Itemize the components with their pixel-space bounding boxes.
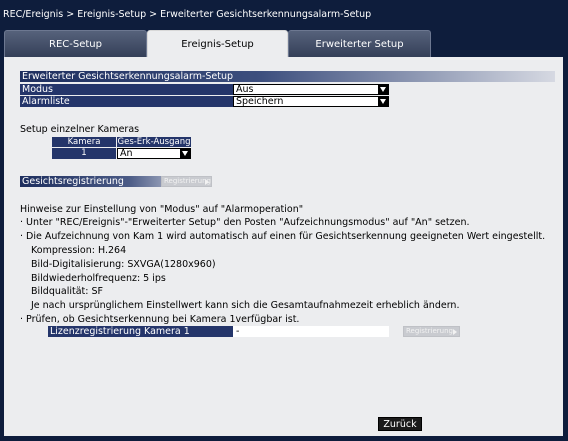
tab-erweiterter-setup[interactable]: Erweiterter Setup [288,30,431,57]
license-registration-button-label: Registrierung [406,327,453,335]
alarmlist-select-value: Speichern [236,96,284,107]
mode-select[interactable]: Aus [233,84,389,95]
hint-line-3: · Prüfen, ob Gesichtserkennung bei Kamer… [20,314,300,325]
hint-detail-framerate: Bildwiederholfrequenz: 5 ips [31,273,166,284]
cameras-title: Setup einzelner Kameras [20,124,140,135]
license-value: - [233,326,389,337]
license-registration-button[interactable]: Registrierung [403,326,460,337]
breadcrumb: REC/Ereignis > Ereignis-Setup > Erweiter… [3,9,372,20]
camera-number: 1 [52,148,116,159]
chevron-down-icon [180,149,190,158]
col-camera-header: Kamera [52,137,116,147]
col-output-header: Ges-Erk-Ausgang [117,137,191,147]
chevron-down-icon [378,85,388,94]
face-output-value: An [120,148,133,159]
hint-detail-compression: Kompression: H.264 [31,245,127,256]
tab-rec-setup[interactable]: REC-Setup [4,30,147,57]
hint-line-2: · Die Aufzeichnung von Kam 1 wird automa… [20,231,546,242]
hint-line-1: · Unter "REC/Ereignis"-"Erweiterter Setu… [20,217,470,228]
chevron-down-icon [378,97,388,106]
alarmlist-select[interactable]: Speichern [233,96,389,107]
app-window: REC/Ereignis > Ereignis-Setup > Erweiter… [0,0,568,441]
face-output-select[interactable]: An [117,148,191,159]
hint-detail-resolution: Bild-Digitalisierung: SXVGA(1280x960) [31,259,216,270]
mode-select-value: Aus [236,84,254,95]
arrow-right-icon [453,329,457,335]
arrow-right-icon [205,179,209,185]
face-registration-button[interactable]: Registrierung [161,176,212,187]
back-button[interactable]: Zurück [378,417,422,431]
tab-ereignis-setup[interactable]: Ereignis-Setup [147,30,288,58]
face-registration-button-label: Registrierung [164,177,211,185]
license-label: Lizenzregistrierung Kamera 1 [48,326,233,337]
hints-heading: Hinweise zur Einstellung von "Modus" auf… [20,204,304,215]
face-registration-label: Gesichtsregistrierung [20,176,176,187]
alarmlist-label: Alarmliste [20,96,233,107]
hint-detail-quality: Bildqualität: SF [31,286,103,297]
hint-detail-recording-time: Je nach ursprünglichem Einstellwert kann… [31,300,460,311]
mode-label: Modus [20,84,233,95]
section-header: Erweiterter Gesichtserkennungsalarm-Setu… [20,71,555,82]
settings-panel: Erweiterter Gesichtserkennungsalarm-Setu… [4,57,563,436]
